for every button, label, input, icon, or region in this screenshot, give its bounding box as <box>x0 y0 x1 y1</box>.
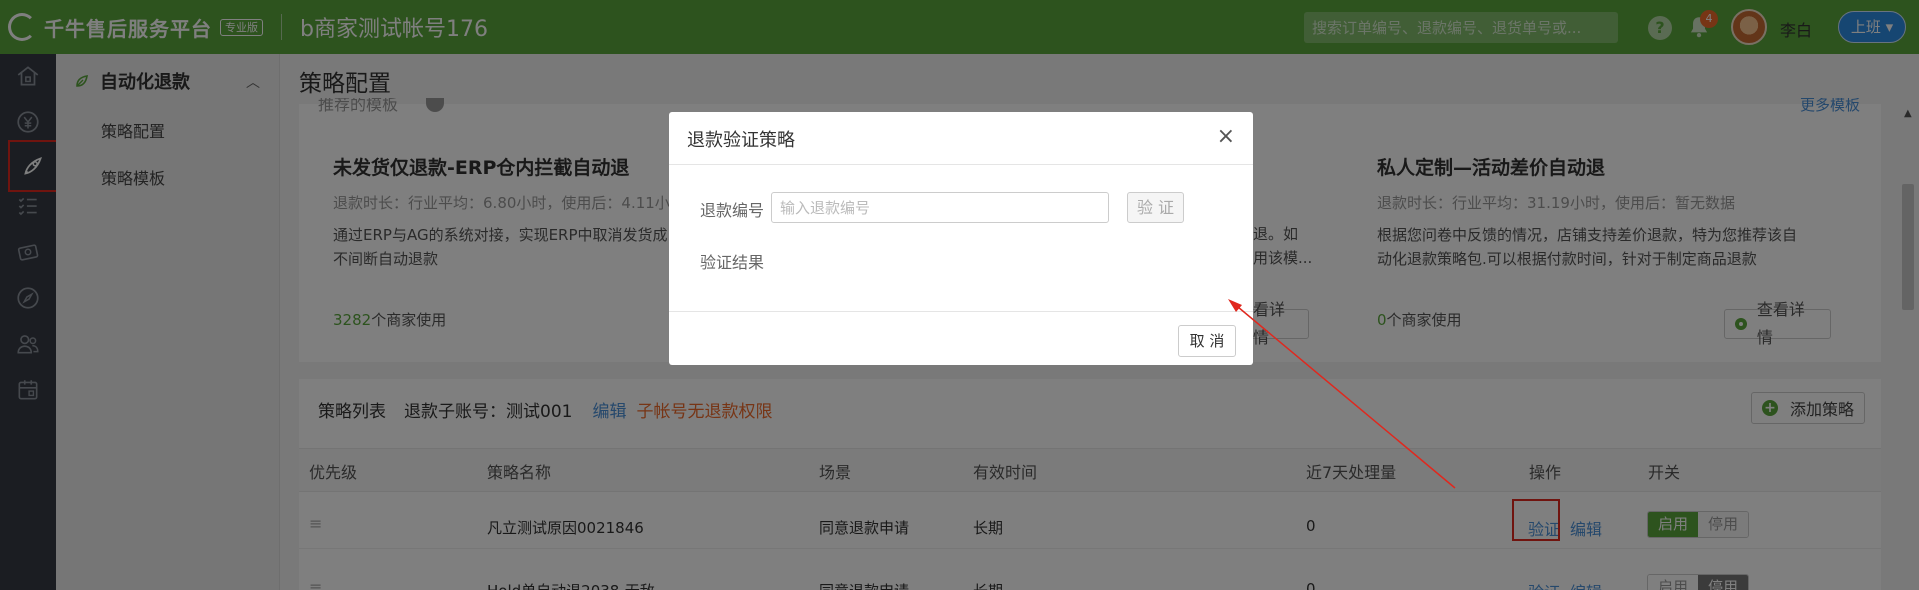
refund-number-input[interactable] <box>771 192 1109 223</box>
cancel-button[interactable]: 取 消 <box>1178 325 1236 357</box>
modal-divider <box>669 311 1253 312</box>
refund-number-label: 退款编号 <box>700 201 765 220</box>
refund-verify-modal: 退款验证策略 × 退款编号 验 证 验证结果 取 消 <box>669 112 1253 365</box>
close-icon[interactable]: × <box>1217 124 1235 149</box>
modal-divider <box>669 164 1253 165</box>
verify-button[interactable]: 验 证 <box>1127 192 1184 223</box>
verify-result-label: 验证结果 <box>700 253 765 272</box>
modal-title: 退款验证策略 <box>687 130 795 151</box>
